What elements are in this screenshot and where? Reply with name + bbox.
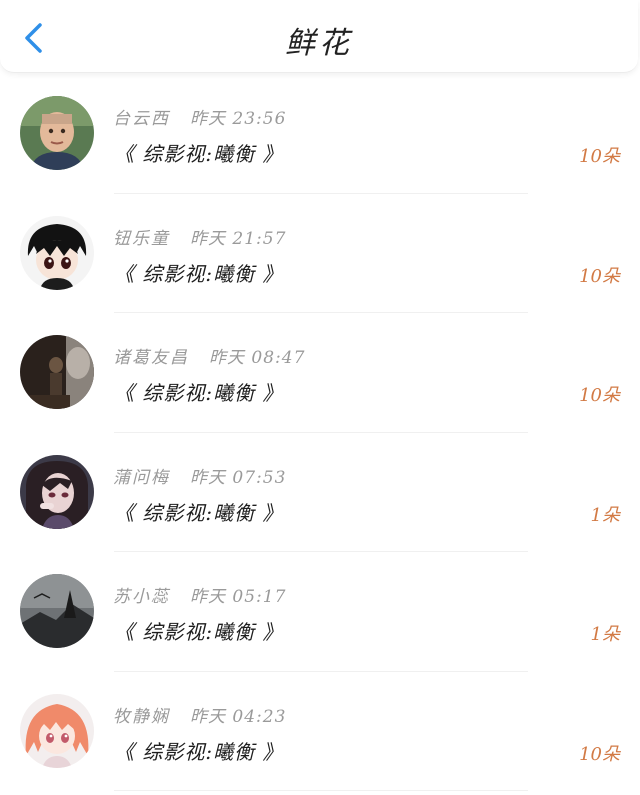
list-item[interactable]: 苏小蕊 昨天 05:17 《 综影视:曦衡 》 1朵 [0, 552, 640, 672]
sender-name: 台云西 [113, 109, 170, 129]
gift-meta: 台云西 昨天 23:56 [113, 104, 286, 129]
work-title: 《 综影视:曦衡 》 [114, 261, 284, 286]
avatar[interactable] [20, 574, 94, 648]
work-title: 《 综影视:曦衡 》 [114, 739, 284, 764]
flower-count: 10朵 [579, 265, 620, 287]
avatar[interactable] [20, 454, 94, 529]
gift-time: 昨天 23:56 [190, 109, 287, 129]
list-item[interactable]: 蒲问梅 昨天 07:53 《 综影视:曦衡 》 1朵 [0, 433, 640, 552]
avatar[interactable] [20, 693, 94, 768]
sender-name: 牧静娴 [113, 706, 170, 727]
flower-count: 10朵 [579, 146, 620, 167]
gift-time: 昨天 04:23 [190, 706, 287, 727]
gift-time: 昨天 21:57 [190, 228, 287, 249]
flower-count: 10朵 [579, 743, 620, 765]
gift-time: 昨天 08:47 [209, 348, 306, 368]
divider [114, 790, 528, 791]
work-title: 《 综影视:曦衡 》 [114, 142, 284, 166]
work-title: 《 综影视:曦衡 》 [114, 381, 284, 405]
gift-meta: 苏小蕊 昨天 05:17 [113, 582, 286, 607]
sender-name: 苏小蕊 [113, 587, 170, 607]
flower-count: 1朵 [590, 504, 620, 526]
list-item[interactable]: 牧静娴 昨天 04:23 《 综影视:曦衡 》 10朵 [0, 672, 640, 791]
gift-meta: 蒲问梅 昨天 07:53 [113, 463, 286, 488]
page-title: 鲜花 [285, 26, 353, 61]
list-item[interactable]: 钮乐童 昨天 21:57 《 综影视:曦衡 》 10朵 [0, 194, 640, 313]
gift-time: 昨天 05:17 [190, 587, 287, 607]
sender-name: 钮乐童 [113, 228, 170, 249]
list-item[interactable]: 台云西 昨天 23:56 《 综影视:曦衡 》 10朵 [0, 74, 640, 194]
work-title: 《 综影视:曦衡 》 [114, 500, 284, 525]
top-bar: 鲜花 [0, 0, 638, 73]
gift-meta: 钮乐童 昨天 21:57 [113, 224, 286, 249]
gift-meta: 诸葛友昌 昨天 08:47 [113, 343, 305, 368]
sender-name: 诸葛友昌 [113, 348, 189, 368]
gift-time: 昨天 07:53 [190, 467, 287, 488]
sender-name: 蒲问梅 [113, 467, 170, 488]
flower-gift-list: 台云西 昨天 23:56 《 综影视:曦衡 》 10朵 钮乐童 昨天 21:57 《… [0, 74, 640, 791]
avatar[interactable] [20, 215, 94, 290]
flower-count: 10朵 [579, 385, 620, 406]
list-item[interactable]: 诸葛友昌 昨天 08:47 《 综影视:曦衡 》 10朵 [0, 313, 640, 433]
gift-meta: 牧静娴 昨天 04:23 [113, 702, 286, 727]
flower-count: 1朵 [590, 624, 620, 645]
avatar[interactable] [20, 96, 94, 170]
avatar[interactable] [20, 335, 94, 409]
work-title: 《 综影视:曦衡 》 [114, 620, 284, 644]
